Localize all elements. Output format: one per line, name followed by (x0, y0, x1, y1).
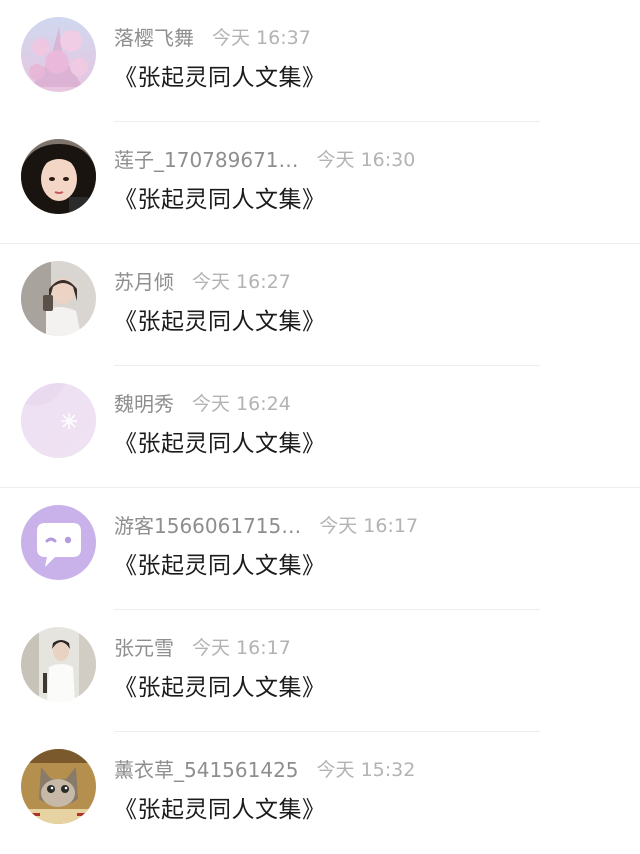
comment-text: 《张起灵同人文集》 (114, 65, 326, 91)
comment-list: 落樱飞舞 今天 16:37 《张起灵同人文集》 莲子_170789671… 今天… (0, 0, 640, 842)
anime-girl-avatar[interactable] (21, 139, 96, 214)
timestamp: 今天 16:30 (316, 148, 416, 171)
comment-item[interactable]: 莲子_170789671… 今天 16:30 《张起灵同人文集》 (0, 122, 640, 244)
comment-text: 《张起灵同人文集》 (114, 431, 326, 457)
selfie-girl-avatar[interactable] (21, 261, 96, 336)
comment-text: 《张起灵同人文集》 (114, 797, 326, 823)
lavender-flower-avatar[interactable] (21, 383, 96, 458)
comment-item[interactable]: 苏月倾 今天 16:27 《张起灵同人文集》 (0, 244, 640, 366)
username[interactable]: 游客1566061715… (114, 510, 301, 539)
comment-item[interactable]: 游客1566061715… 今天 16:17 《张起灵同人文集》 (0, 488, 640, 610)
timestamp: 今天 16:27 (192, 270, 291, 293)
kitten-avatar[interactable] (21, 749, 96, 824)
default-chat-bubble-avatar[interactable] (21, 505, 96, 580)
comment-text: 《张起灵同人文集》 (114, 309, 326, 335)
comment-meta: 苏月倾 今天 16:27 (114, 266, 291, 294)
username[interactable]: 薰衣草_541561425 (114, 754, 299, 783)
timestamp: 今天 16:17 (319, 514, 419, 537)
timestamp: 今天 16:17 (192, 636, 291, 659)
comment-item[interactable]: 魏明秀 今天 16:24 《张起灵同人文集》 (0, 366, 640, 488)
comment-meta: 张元雪 今天 16:17 (114, 632, 291, 660)
comment-item[interactable]: 张元雪 今天 16:17 《张起灵同人文集》 (0, 610, 640, 732)
comment-item[interactable]: 薰衣草_541561425 今天 15:32 《张起灵同人文集》 (0, 732, 640, 854)
man-in-white-avatar[interactable] (21, 627, 96, 702)
comment-meta: 薰衣草_541561425 今天 15:32 (114, 754, 415, 782)
username[interactable]: 落樱飞舞 (114, 22, 194, 51)
cherry-blossom-avatar[interactable] (21, 17, 96, 92)
timestamp: 今天 15:32 (316, 758, 416, 781)
comment-meta: 落樱飞舞 今天 16:37 (114, 22, 311, 50)
comment-meta: 魏明秀 今天 16:24 (114, 388, 291, 416)
username[interactable]: 张元雪 (114, 632, 174, 661)
username[interactable]: 莲子_170789671… (114, 144, 299, 173)
timestamp: 今天 16:24 (192, 392, 291, 415)
username[interactable]: 苏月倾 (114, 266, 174, 295)
comment-item[interactable]: 落樱飞舞 今天 16:37 《张起灵同人文集》 (0, 0, 640, 122)
username[interactable]: 魏明秀 (114, 388, 174, 417)
comment-meta: 莲子_170789671… 今天 16:30 (114, 144, 415, 172)
comment-meta: 游客1566061715… 今天 16:17 (114, 510, 418, 538)
comment-text: 《张起灵同人文集》 (114, 553, 326, 579)
comment-text: 《张起灵同人文集》 (114, 187, 326, 213)
timestamp: 今天 16:37 (212, 26, 311, 49)
comment-text: 《张起灵同人文集》 (114, 675, 326, 701)
